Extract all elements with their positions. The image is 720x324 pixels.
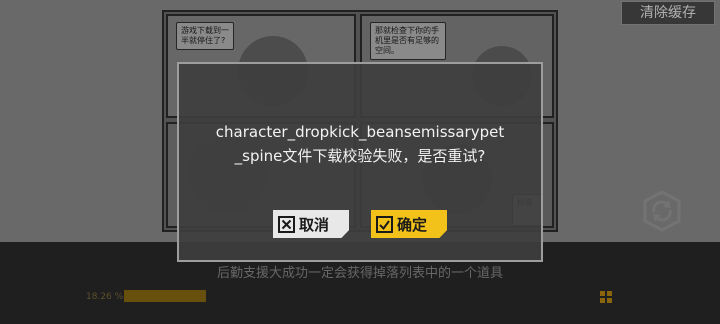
retry-dialog: character_dropkick_beansemissarypet _spi… xyxy=(177,62,543,262)
dialog-message-line-2: _spine文件下载校验失败，是否重试? xyxy=(234,147,486,165)
dialog-message-line-1: character_dropkick_beansemissarypet xyxy=(215,123,505,141)
confirm-button[interactable]: 确定 xyxy=(371,210,447,238)
confirm-label: 确定 xyxy=(397,215,428,234)
close-x-icon xyxy=(278,215,295,233)
checkmark-icon xyxy=(376,215,393,233)
dialog-message: character_dropkick_beansemissarypet _spi… xyxy=(179,120,541,168)
cancel-button[interactable]: 取消 xyxy=(273,210,349,238)
cancel-label: 取消 xyxy=(299,215,330,234)
